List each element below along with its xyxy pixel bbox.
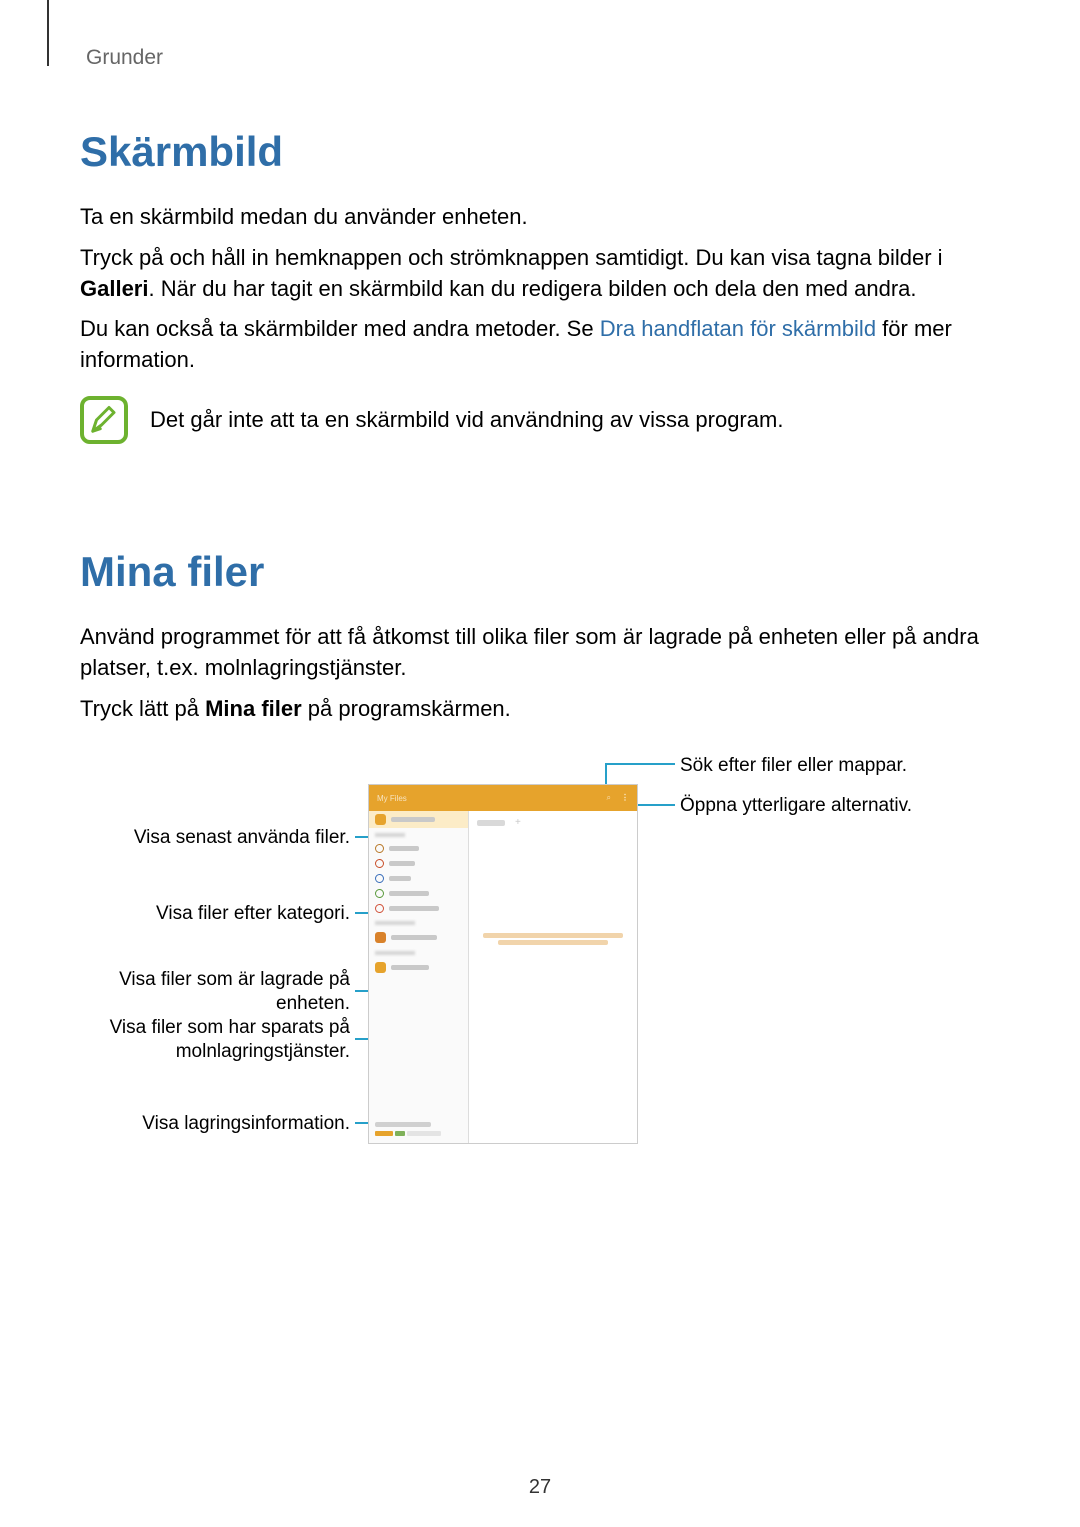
more-icon[interactable]: ⋮ bbox=[621, 793, 629, 803]
callout-recent-files: Visa senast använda filer. bbox=[80, 826, 350, 850]
link-dra-handflatan[interactable]: Dra handflatan för skärmbild bbox=[600, 316, 876, 341]
sidebar-item-recent[interactable] bbox=[369, 811, 468, 828]
bold-mina-filer: Mina filer bbox=[205, 696, 302, 721]
para-s2-1: Använd programmet för att få åtkomst til… bbox=[80, 622, 1000, 684]
para-s1-1: Ta en skärmbild medan du använder enhete… bbox=[80, 202, 1000, 233]
pencil-note-icon bbox=[89, 405, 119, 435]
sidebar-header-local bbox=[369, 916, 468, 929]
add-tab-icon[interactable]: + bbox=[515, 817, 521, 828]
para-s2-2: Tryck lätt på Mina filer på programskärm… bbox=[80, 694, 1000, 725]
para-s2-2b: på programskärmen. bbox=[302, 696, 511, 721]
image-icon bbox=[375, 844, 384, 853]
content-tab[interactable] bbox=[477, 820, 505, 826]
sidebar-item-label bbox=[391, 817, 435, 822]
cloud-icon bbox=[375, 962, 386, 973]
para-s1-3: Du kan också ta skärmbilder med andra me… bbox=[80, 314, 1000, 376]
note-row: Det går inte att ta en skärmbild vid anv… bbox=[80, 396, 1000, 444]
device-icon bbox=[375, 932, 386, 943]
app-screenshot: My Files ⌕ ⋮ bbox=[368, 784, 638, 1144]
para-s1-3a: Du kan också ta skärmbilder med andra me… bbox=[80, 316, 600, 341]
note-icon bbox=[80, 396, 128, 444]
page-number: 27 bbox=[0, 1476, 1080, 1499]
app-title: My Files bbox=[377, 794, 407, 803]
callout-more-options: Öppna ytterligare alternativ. bbox=[680, 794, 912, 818]
app-sidebar bbox=[369, 811, 469, 1143]
sidebar-header-cloud bbox=[369, 946, 468, 959]
sidebar-item-documents[interactable] bbox=[369, 886, 468, 901]
para-s1-2a: Tryck på och håll in hemknappen och strö… bbox=[80, 245, 943, 270]
sidebar-item-videos[interactable] bbox=[369, 856, 468, 871]
note-text: Det går inte att ta en skärmbild vid anv… bbox=[150, 405, 783, 436]
para-s2-2a: Tryck lätt på bbox=[80, 696, 205, 721]
figure-mina-filer: Visa senast använda filer. Visa filer ef… bbox=[80, 754, 1000, 1224]
audio-icon bbox=[375, 874, 384, 883]
bold-galleri: Galleri bbox=[80, 276, 148, 301]
callout-cloud-storage: Visa filer som har sparats på molnlagrin… bbox=[80, 1016, 350, 1064]
sidebar-storage-usage[interactable] bbox=[375, 1122, 445, 1137]
callout-search: Sök efter filer eller mappar. bbox=[680, 754, 907, 778]
sidebar-item-cloud[interactable] bbox=[369, 959, 468, 976]
sidebar-item-downloads[interactable] bbox=[369, 901, 468, 916]
app-content: + bbox=[469, 811, 637, 1143]
para-s1-2b: . När du har tagit en skärmbild kan du r… bbox=[148, 276, 916, 301]
sidebar-item-images[interactable] bbox=[369, 841, 468, 856]
document-icon bbox=[375, 889, 384, 898]
breadcrumb: Grunder bbox=[86, 46, 1000, 70]
clock-icon bbox=[375, 814, 386, 825]
video-icon bbox=[375, 859, 384, 868]
sidebar-item-audio[interactable] bbox=[369, 871, 468, 886]
download-icon bbox=[375, 904, 384, 913]
heading-skarmbild: Skärmbild bbox=[80, 128, 1000, 176]
callout-storage-info: Visa lagringsinformation. bbox=[80, 1112, 350, 1136]
sidebar-item-device-storage[interactable] bbox=[369, 929, 468, 946]
search-icon[interactable]: ⌕ bbox=[607, 793, 611, 803]
leader-r1h bbox=[605, 763, 675, 765]
sidebar-header-category bbox=[369, 828, 468, 841]
content-placeholder bbox=[479, 931, 627, 947]
content-tabs: + bbox=[477, 817, 629, 828]
heading-mina-filer: Mina filer bbox=[80, 548, 1000, 596]
callout-device-storage: Visa filer som är lagrade på enheten. bbox=[80, 968, 350, 1016]
para-s1-2: Tryck på och håll in hemknappen och strö… bbox=[80, 243, 1000, 305]
callout-category: Visa filer efter kategori. bbox=[80, 902, 350, 926]
app-titlebar: My Files ⌕ ⋮ bbox=[369, 785, 637, 811]
